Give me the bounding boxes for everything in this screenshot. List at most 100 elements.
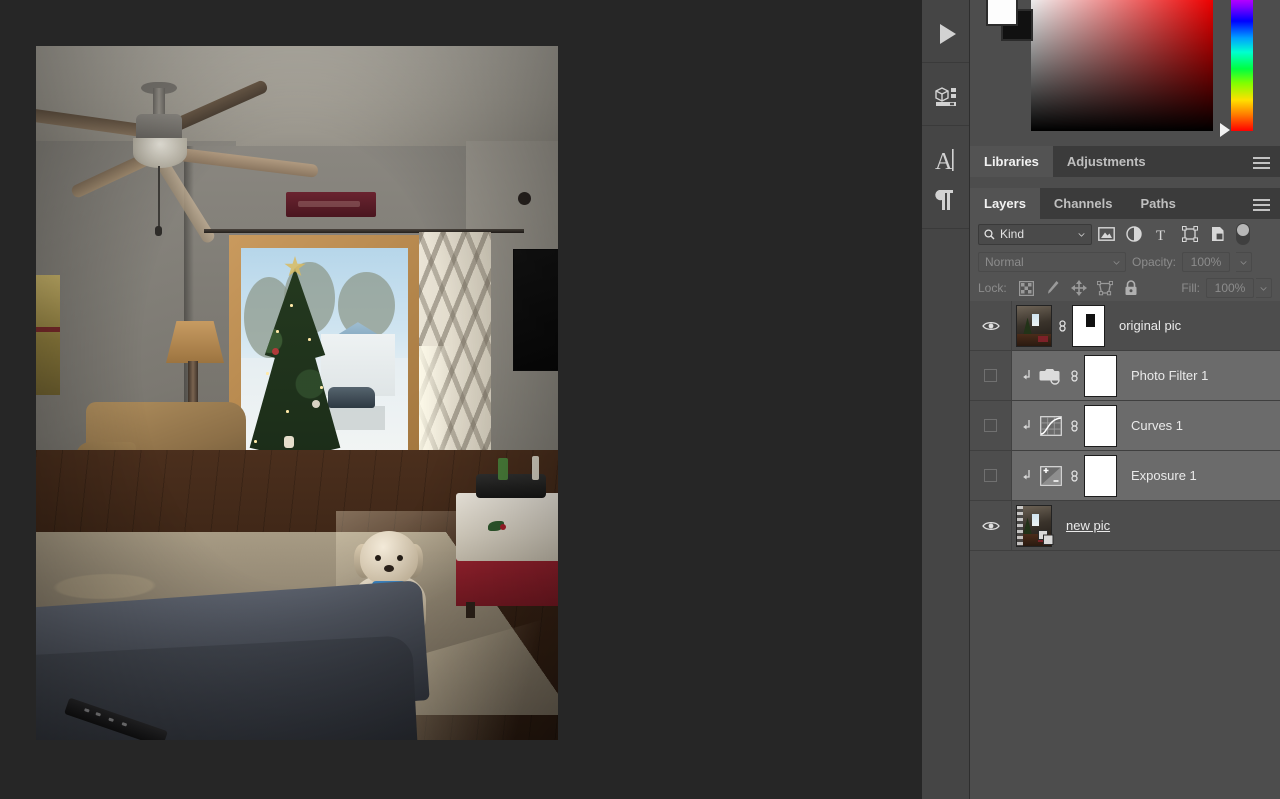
table-row[interactable]: original pic bbox=[970, 301, 1280, 351]
filter-kind-select[interactable]: Kind bbox=[978, 223, 1092, 245]
curves-icon[interactable] bbox=[1038, 413, 1064, 439]
opacity-input[interactable]: 100% bbox=[1182, 252, 1231, 272]
lock-image-pixels[interactable] bbox=[1041, 277, 1065, 299]
filter-shape-layers[interactable] bbox=[1176, 222, 1204, 246]
libraries-panel-menu-icon[interactable] bbox=[1253, 157, 1270, 172]
tab-adjustments[interactable]: Adjustments bbox=[1052, 146, 1160, 177]
table-row[interactable]: Photo Filter 1 bbox=[970, 351, 1280, 401]
layer-row-content[interactable]: new pic bbox=[1012, 501, 1280, 550]
layer-thumbnail[interactable] bbox=[1016, 304, 1052, 347]
wall-artwork bbox=[36, 275, 60, 395]
tab-paths[interactable]: Paths bbox=[1126, 188, 1190, 219]
table-row[interactable]: Curves 1 bbox=[970, 401, 1280, 451]
search-icon bbox=[984, 228, 995, 239]
layer-name[interactable]: original pic bbox=[1119, 318, 1181, 333]
layers-panel-body[interactable]: Kind T Normal Opacity: 100% Lock: Fill: … bbox=[970, 219, 1280, 551]
hue-slider[interactable] bbox=[1231, 0, 1253, 131]
opacity-stepper[interactable] bbox=[1236, 252, 1253, 272]
tree-ornament bbox=[272, 348, 279, 355]
chevron-down-icon bbox=[1078, 232, 1085, 237]
chevron-down-icon bbox=[1113, 261, 1120, 265]
clipping-mask-indicator bbox=[1016, 369, 1038, 382]
layer-name[interactable]: new pic bbox=[1066, 518, 1110, 533]
foreground-color-swatch[interactable] bbox=[986, 0, 1018, 26]
lock-transparent-pixels[interactable] bbox=[1015, 277, 1039, 299]
layers-panel-header[interactable]: Layers Channels Paths bbox=[970, 188, 1280, 219]
photoshop-window: A Libraries Adjustments Layers Channels … bbox=[0, 0, 1280, 799]
layer-name[interactable]: Photo Filter 1 bbox=[1131, 368, 1208, 383]
lock-all[interactable] bbox=[1119, 277, 1143, 299]
layer-filter-row[interactable]: Kind T bbox=[970, 219, 1280, 249]
tree-light bbox=[254, 440, 257, 443]
filter-enable-toggle[interactable] bbox=[1236, 223, 1250, 245]
shape-icon bbox=[1182, 226, 1198, 242]
wall-sign bbox=[286, 192, 376, 217]
document-image[interactable] bbox=[36, 46, 558, 740]
fill-stepper[interactable] bbox=[1256, 278, 1272, 298]
layer-mask-thumbnail[interactable] bbox=[1084, 404, 1117, 447]
layer-name[interactable]: Exposure 1 bbox=[1131, 468, 1197, 483]
lock-artboard-nesting[interactable] bbox=[1093, 277, 1117, 299]
layer-mask-link-icon[interactable] bbox=[1064, 418, 1084, 434]
layer-visibility-toggle[interactable] bbox=[970, 451, 1012, 500]
tab-channels[interactable]: Channels bbox=[1039, 188, 1127, 219]
lock-label: Lock: bbox=[978, 281, 1007, 295]
exposure-icon[interactable] bbox=[1038, 463, 1064, 489]
chevron-down-icon bbox=[1260, 287, 1267, 291]
tool-group-extra bbox=[922, 229, 969, 243]
tree-light bbox=[266, 372, 269, 375]
wall-mounted-tv bbox=[513, 249, 558, 371]
blend-mode-select[interactable]: Normal bbox=[978, 252, 1126, 272]
layer-mask-thumbnail[interactable] bbox=[1084, 354, 1117, 397]
saturation-value-field[interactable] bbox=[1031, 0, 1213, 131]
type-tool[interactable]: A bbox=[922, 140, 970, 180]
tool-group-type: A bbox=[922, 126, 969, 229]
layer-row-content[interactable]: Exposure 1 bbox=[1012, 451, 1280, 500]
right-docked-panels[interactable]: Libraries Adjustments Layers Channels Pa… bbox=[970, 0, 1280, 799]
table-row[interactable]: new pic bbox=[970, 501, 1280, 551]
layer-mask-thumbnail[interactable] bbox=[1084, 454, 1117, 497]
layers-panel-menu-icon[interactable] bbox=[1253, 199, 1270, 214]
tools-panel[interactable]: A bbox=[922, 0, 970, 799]
layer-name[interactable]: Curves 1 bbox=[1131, 418, 1183, 433]
color-picker-panel[interactable] bbox=[970, 0, 1280, 146]
svg-text:T: T bbox=[1156, 228, 1165, 242]
layer-visibility-toggle[interactable] bbox=[970, 401, 1012, 450]
layer-row-content[interactable]: Photo Filter 1 bbox=[1012, 351, 1280, 400]
filter-pixel-layers[interactable] bbox=[1092, 222, 1120, 246]
lock-row[interactable]: Lock: Fill: 100% bbox=[970, 275, 1280, 301]
fill-label: Fill: bbox=[1181, 281, 1200, 295]
3d-material-tool[interactable] bbox=[922, 77, 970, 117]
layer-visibility-toggle[interactable] bbox=[970, 351, 1012, 400]
filter-adjustment-layers[interactable] bbox=[1120, 222, 1148, 246]
layer-visibility-toggle[interactable] bbox=[970, 501, 1012, 550]
filter-type-layers[interactable]: T bbox=[1148, 222, 1176, 246]
fill-input[interactable]: 100% bbox=[1206, 278, 1254, 298]
tab-libraries[interactable]: Libraries bbox=[970, 146, 1053, 177]
layer-visibility-toggle[interactable] bbox=[970, 301, 1012, 350]
blend-mode-row[interactable]: Normal Opacity: 100% bbox=[970, 249, 1280, 275]
layer-mask-thumbnail[interactable] bbox=[1072, 304, 1105, 347]
libraries-panel-header[interactable]: Libraries Adjustments bbox=[970, 146, 1280, 177]
layer-row-content[interactable]: Curves 1 bbox=[1012, 401, 1280, 450]
layer-row-content[interactable]: original pic bbox=[1012, 301, 1280, 350]
smart-object-thumbnail-wrap[interactable] bbox=[1016, 504, 1054, 547]
document-canvas-area[interactable] bbox=[0, 0, 898, 799]
table-row[interactable]: Exposure 1 bbox=[970, 451, 1280, 501]
hue-slider-marker[interactable] bbox=[1220, 123, 1230, 137]
path-selection-tool[interactable] bbox=[922, 14, 970, 54]
layer-mask-link-icon[interactable] bbox=[1052, 318, 1072, 334]
3d-box-icon bbox=[935, 87, 956, 106]
bench-leg bbox=[466, 602, 475, 618]
layer-list[interactable]: original pic Photo Filter 1 Curves 1 Exp… bbox=[970, 301, 1280, 551]
photo-filter-icon[interactable] bbox=[1038, 363, 1064, 389]
paragraph-tool[interactable] bbox=[922, 180, 970, 220]
lock-position[interactable] bbox=[1067, 277, 1091, 299]
link-icon bbox=[1070, 419, 1078, 432]
layer-mask-link-icon[interactable] bbox=[1064, 468, 1084, 484]
layer-mask-link-icon[interactable] bbox=[1064, 368, 1084, 384]
tab-layers[interactable]: Layers bbox=[970, 188, 1040, 219]
filter-smart-objects[interactable] bbox=[1204, 222, 1232, 246]
play-triangle-icon bbox=[940, 24, 956, 44]
tree-light bbox=[308, 338, 311, 341]
